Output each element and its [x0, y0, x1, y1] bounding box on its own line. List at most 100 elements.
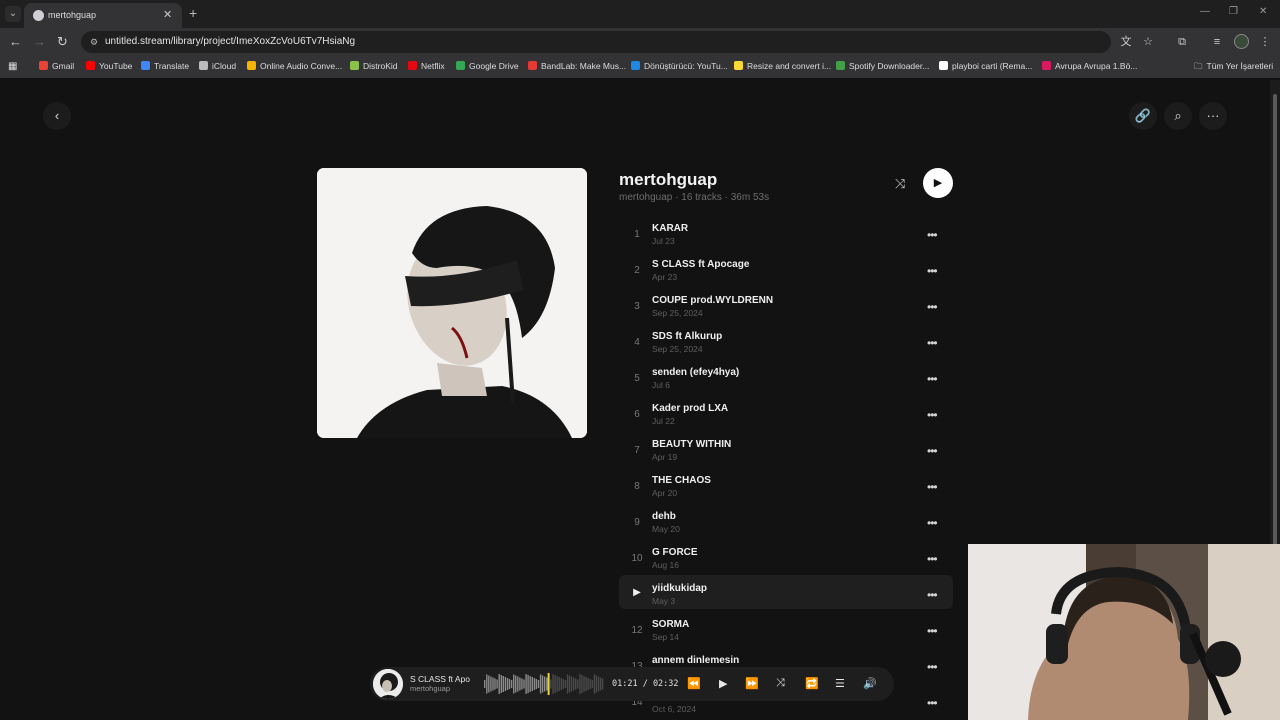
- site-favicon-icon: [33, 10, 44, 21]
- rewind-icon[interactable]: ⏪: [687, 677, 701, 690]
- bookmark-gmail[interactable]: Gmail: [39, 61, 74, 71]
- all-bookmarks[interactable]: 🗀 Tüm Yer İşaretleri: [1194, 61, 1273, 75]
- player-cover-art[interactable]: [373, 669, 403, 699]
- track-play-icon[interactable]: ▶: [619, 587, 655, 598]
- track-more-icon[interactable]: •••: [927, 228, 938, 242]
- bookmark-label: Avrupa Avrupa 1.Bö...: [1055, 61, 1138, 71]
- track-row[interactable]: 6 Kader prod LXA Jul 22 •••: [619, 399, 953, 433]
- tab-search-icon[interactable]: ⌄: [5, 6, 21, 22]
- waveform-bar: [573, 677, 575, 691]
- track-name: dehb: [652, 511, 676, 522]
- mini-player: S CLASS ft Apocage mertohguap 01:21 / 02…: [370, 667, 894, 701]
- shuffle-icon[interactable]: ⤨: [895, 176, 905, 192]
- track-row[interactable]: 2 S CLASS ft Apocage Apr 23 •••: [619, 255, 953, 289]
- waveform-bar: [589, 679, 591, 689]
- track-more-icon[interactable]: •••: [927, 624, 938, 638]
- tab-active[interactable]: mertohguap ✕: [24, 3, 182, 28]
- translate-icon[interactable]: 文: [1119, 35, 1133, 49]
- track-row-hovered[interactable]: ▶ yiidkukidap May 3 •••: [619, 575, 953, 609]
- back-icon[interactable]: ←: [9, 34, 22, 49]
- waveform-bar: [508, 679, 511, 689]
- bookmark-distrokid[interactable]: DistroKid: [350, 61, 397, 71]
- bookmark-label: Spotify Downloader...: [849, 61, 930, 71]
- track-date: Sep 25, 2024: [652, 344, 703, 354]
- track-row[interactable]: 10 G FORCE Aug 16 •••: [619, 543, 953, 577]
- track-more-icon[interactable]: •••: [927, 588, 938, 602]
- bookmark-spotify-downloader[interactable]: Spotify Downloader...: [836, 61, 929, 71]
- link-button[interactable]: 🔗: [1129, 102, 1157, 130]
- distrokid-icon: [350, 61, 359, 70]
- fast-forward-icon[interactable]: ⏩: [745, 677, 759, 690]
- track-more-icon[interactable]: •••: [927, 552, 938, 566]
- forward-icon[interactable]: →: [33, 34, 46, 49]
- bookmark-converter[interactable]: Dönüştürücü: YouTu...: [631, 61, 728, 71]
- bookmark-youtube[interactable]: YouTube: [86, 61, 132, 71]
- search-button[interactable]: ⌕: [1164, 102, 1192, 130]
- bookmark-playboi-carti[interactable]: playboi carti (Rema...: [939, 61, 1032, 71]
- track-more-icon[interactable]: •••: [927, 444, 938, 458]
- track-name: senden (efey4hya): [652, 367, 740, 378]
- apps-grid-icon[interactable]: ▦: [8, 61, 17, 72]
- back-button[interactable]: ‹: [43, 102, 71, 130]
- waveform-scrubber[interactable]: [484, 673, 604, 695]
- track-row[interactable]: 4 SDS ft Alkurup Sep 25, 2024 •••: [619, 327, 953, 361]
- track-more-icon[interactable]: •••: [927, 480, 938, 494]
- player-track-name: S CLASS ft Apocage: [410, 674, 470, 684]
- bookmark-icloud[interactable]: iCloud: [199, 61, 236, 71]
- bookmark-google-drive[interactable]: Google Drive: [456, 61, 519, 71]
- bookmark-label: Google Drive: [469, 61, 519, 71]
- close-tab-icon[interactable]: ✕: [163, 8, 172, 21]
- extensions-icon[interactable]: ⧉: [1175, 35, 1189, 49]
- translate-bm-icon: [141, 61, 150, 70]
- track-row[interactable]: 7 BEAUTY WITHIN Apr 19 •••: [619, 435, 953, 469]
- repeat-icon[interactable]: 🔁: [805, 677, 819, 690]
- bookmark-avrupa[interactable]: Avrupa Avrupa 1.Bö...: [1042, 61, 1137, 71]
- track-row[interactable]: 8 THE CHAOS Apr 20 •••: [619, 471, 953, 505]
- shuffle-player-icon[interactable]: ⤨: [776, 677, 785, 690]
- new-tab-icon[interactable]: +: [189, 5, 197, 21]
- more-options-button[interactable]: ···: [1199, 102, 1227, 130]
- waveform-bar: [510, 680, 513, 688]
- minimize-icon[interactable]: —: [1200, 6, 1210, 17]
- reload-icon[interactable]: ↻: [57, 34, 68, 50]
- project-subtitle: mertohguap · 16 tracks · 36m 53s: [619, 192, 770, 203]
- play-icon[interactable]: ▶: [719, 677, 727, 690]
- track-row[interactable]: 1 KARAR Jul 23 •••: [619, 219, 953, 253]
- resize-icon: [734, 61, 743, 70]
- track-more-icon[interactable]: •••: [927, 300, 938, 314]
- profile-avatar[interactable]: [1234, 34, 1249, 49]
- play-all-button[interactable]: ▶: [923, 168, 953, 198]
- track-date: Jul 23: [652, 236, 675, 246]
- maximize-icon[interactable]: ❐: [1229, 6, 1238, 17]
- track-more-icon[interactable]: •••: [927, 408, 938, 422]
- track-row[interactable]: 9 dehb May 20 •••: [619, 507, 953, 541]
- track-more-icon[interactable]: •••: [927, 696, 938, 710]
- waveform-bar: [492, 677, 494, 691]
- bookmark-star-icon[interactable]: ☆: [1141, 35, 1155, 49]
- bookmark-audio-converter[interactable]: Online Audio Conve...: [247, 61, 342, 71]
- track-number: 3: [634, 301, 640, 312]
- bookmark-translate[interactable]: Translate: [141, 61, 189, 71]
- track-row[interactable]: 3 COUPE prod.WYLDRENN Sep 25, 2024 •••: [619, 291, 953, 325]
- bookmark-bandlab[interactable]: BandLab: Make Mus...: [528, 61, 626, 71]
- queue-icon[interactable]: ☰: [835, 677, 845, 690]
- bookmark-resize[interactable]: Resize and convert i...: [734, 61, 831, 71]
- browser-toolbar: ← → ↻ ⚙ untitled.stream/library/project/…: [0, 28, 1280, 56]
- track-more-icon[interactable]: •••: [927, 372, 938, 386]
- bookmark-label: YouTube: [99, 61, 133, 71]
- track-more-icon[interactable]: •••: [927, 336, 938, 350]
- track-row[interactable]: 12 SORMA Sep 14 •••: [619, 615, 953, 649]
- player-time: 01:21 / 02:32: [612, 679, 679, 689]
- track-row[interactable]: 5 senden (efey4hya) Jul 6 •••: [619, 363, 953, 397]
- bookmark-netflix[interactable]: Netflix: [408, 61, 445, 71]
- window-close-icon[interactable]: ✕: [1259, 6, 1267, 17]
- browser-menu-icon[interactable]: ⋮: [1258, 35, 1272, 49]
- address-bar[interactable]: ⚙ untitled.stream/library/project/ImeXox…: [81, 31, 1111, 53]
- track-more-icon[interactable]: •••: [927, 264, 938, 278]
- volume-icon[interactable]: 🔊: [863, 677, 877, 690]
- reading-list-icon[interactable]: ≡: [1210, 35, 1224, 49]
- track-more-icon[interactable]: •••: [927, 660, 938, 674]
- track-more-icon[interactable]: •••: [927, 516, 938, 530]
- playhead[interactable]: [547, 673, 550, 695]
- site-info-icon[interactable]: ⚙: [87, 35, 101, 49]
